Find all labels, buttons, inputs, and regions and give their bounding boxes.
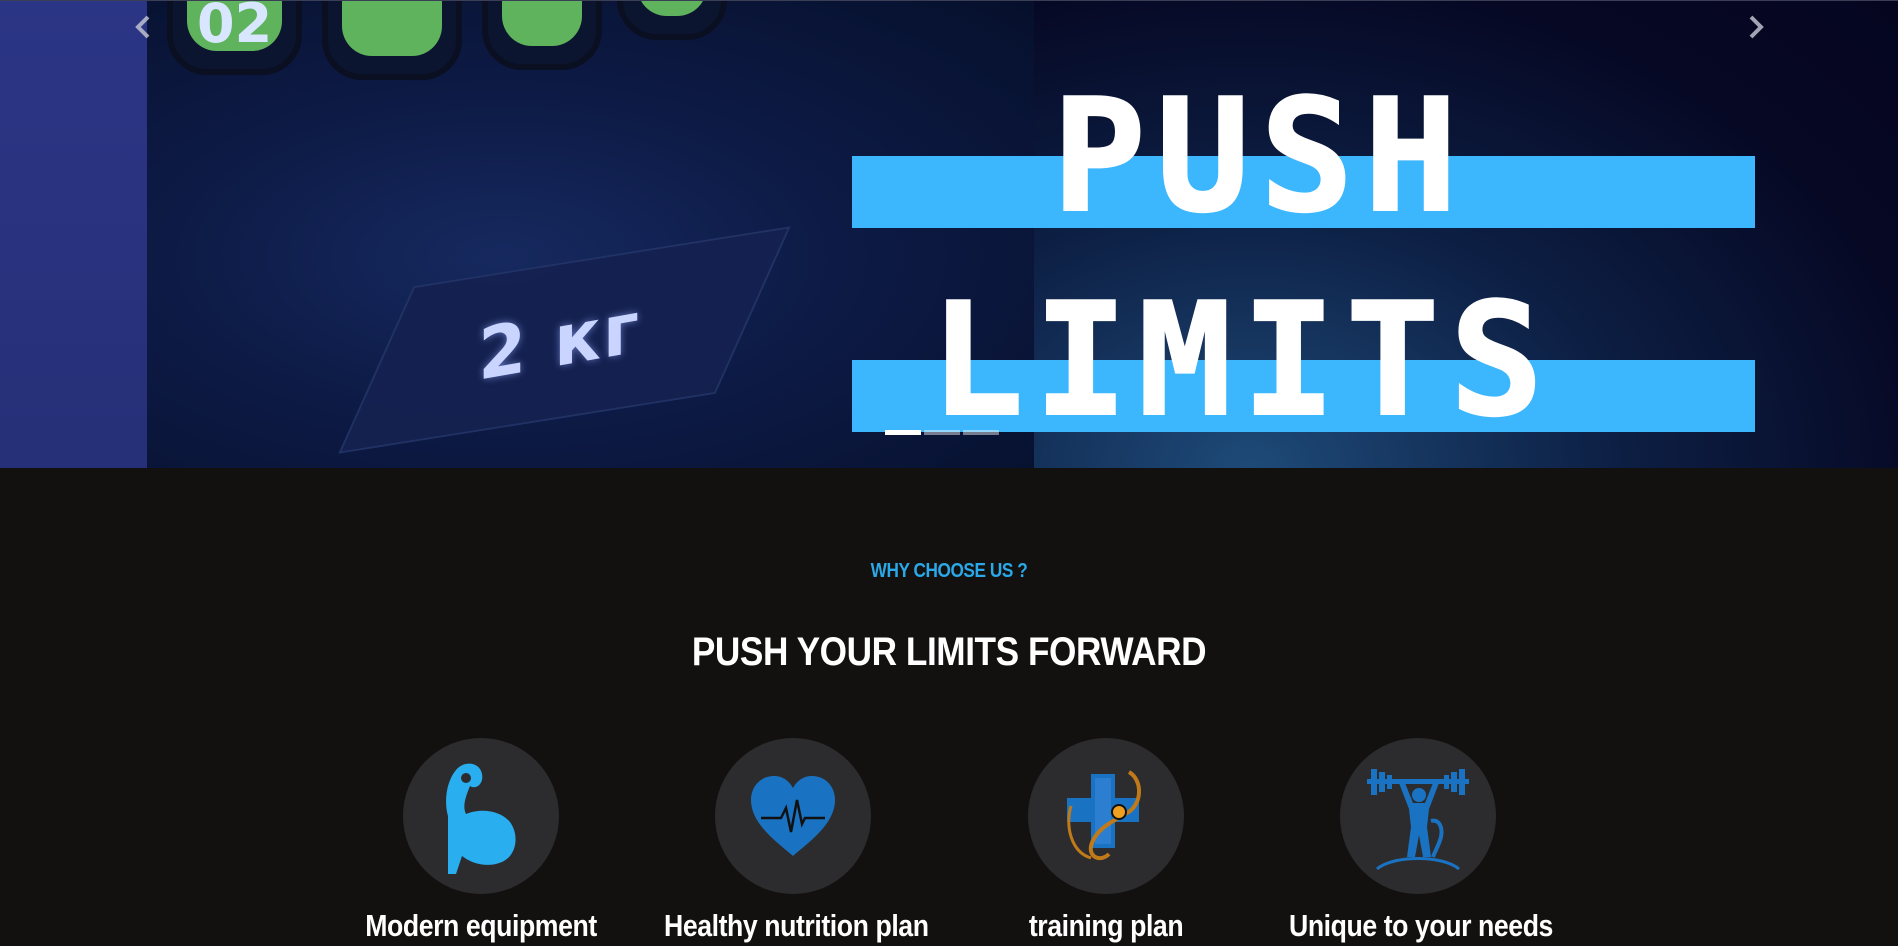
feature-icon-circle [715,738,871,894]
flexed-arm-icon [446,763,516,874]
carousel-next-button[interactable] [1736,10,1776,50]
carousel-prev-button[interactable] [123,10,163,50]
carousel-indicator-1[interactable] [885,430,921,435]
feature-icon-circle [1340,738,1496,894]
carousel-indicator-2[interactable] [924,430,960,435]
section-headline: PUSH YOUR LIMITS FORWARD [691,630,1207,674]
hero-carousel: 02 2 кг PUSH LIMITS [0,0,1898,468]
weight-plate [617,0,727,40]
carousel-indicators [885,430,999,435]
hero-headline-push: PUSH [1051,65,1468,247]
hero-left-strip [0,0,147,468]
weight-plate [322,0,462,80]
feature-title: training plan [1028,908,1184,943]
feature-training-plan: training plan [956,738,1256,944]
medical-cross-stethoscope-icon [1067,770,1141,861]
feature-unique-to-your-needs: Unique to your needs [1268,738,1568,944]
carousel-indicator-3[interactable] [963,430,999,435]
chevron-right-icon [1749,15,1764,39]
plate-number: 02 [197,0,273,55]
heart-pulse-icon [751,776,835,856]
chevron-left-icon [135,15,150,39]
feature-title: Modern equipment [365,908,597,943]
section-eyebrow: WHY CHOOSE US ? [870,560,1028,582]
why-choose-us-section: WHY CHOOSE US ? PUSH YOUR LIMITS FORWARD… [0,468,1898,946]
feature-icon-circle [1028,738,1184,894]
weightlifter-icon [1367,769,1469,871]
feature-modern-equipment: Modern equipment [331,738,631,944]
feature-title: Healthy nutrition plan [664,908,929,943]
weight-plate [482,0,602,70]
feature-healthy-nutrition-plan: Healthy nutrition plan [643,738,943,944]
hero-headline-limits: LIMITS [929,269,1554,451]
feature-title: Unique to your needs [1289,908,1553,943]
feature-icon-circle [403,738,559,894]
